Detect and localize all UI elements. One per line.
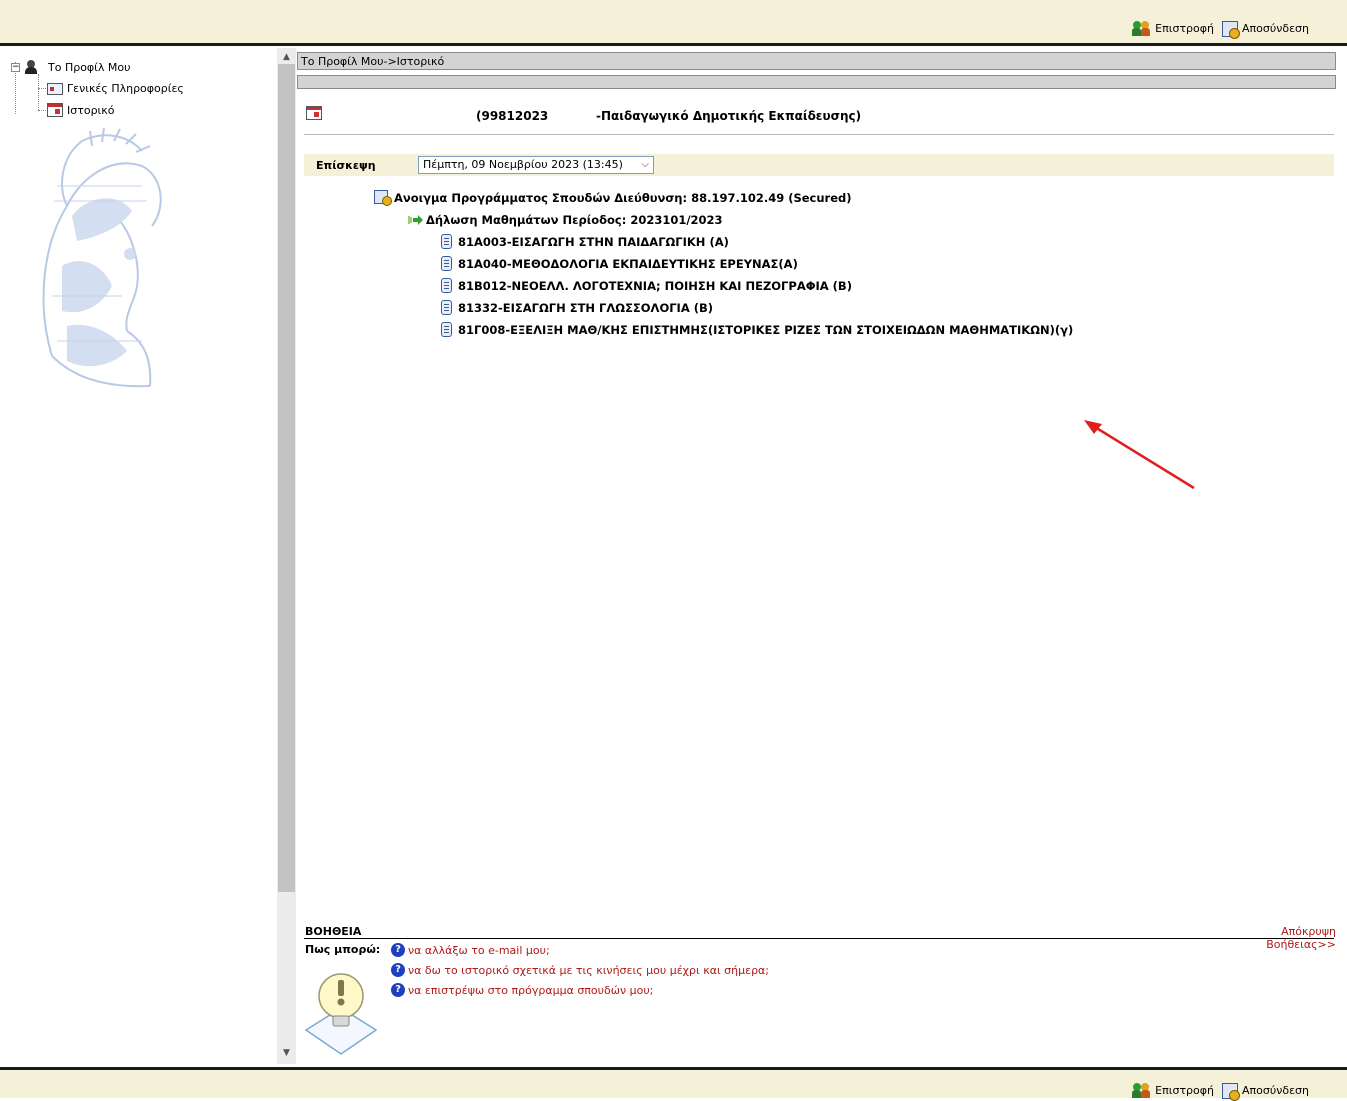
visit-row: Επίσκεψη Πέμπτη, 09 Νοεμβρίου 2023 (13:4…: [304, 154, 1334, 176]
logout-key-icon: [1222, 20, 1241, 39]
visit-label: Επίσκεψη: [316, 159, 376, 172]
open-program-key-icon: [374, 190, 392, 206]
course-text: 81Α003-ΕΙΣΑΓΩΓΗ ΣΤΗΝ ΠΑΙΔΑΓΩΓΙΚΗ (Α): [458, 235, 729, 249]
help-title: ΒΟΗΘΕΙΑ: [305, 925, 362, 938]
help-item-text: να αλλάξω το e-mail μου;: [408, 943, 550, 957]
subheader-bar: [297, 75, 1336, 89]
course-item: 81Α003-ΕΙΣΑΓΩΓΗ ΣΤΗΝ ΠΑΙΔΑΓΩΓΙΚΗ (Α): [438, 233, 729, 251]
document-scroll-icon: [438, 233, 456, 251]
history-open-program: Ανοιγμα Προγράμματος Σπουδών Διεύθυνση: …: [374, 190, 852, 206]
top-links: Επιστροφή Αποσύνδεση: [1132, 20, 1309, 39]
user-profile-icon: [24, 60, 38, 74]
course-item: 81Α040-ΜΕΘΟΔΟΛΟΓΙΑ ΕΚΠΑΙΔΕΥΤΙΚΗΣ ΕΡΕΥΝΑΣ…: [438, 255, 798, 273]
lightbulb-icon: [304, 973, 378, 1055]
logout-label: Αποσύνδεση: [1242, 1084, 1309, 1097]
visit-selected-value: Πέμπτη, 09 Νοεμβρίου 2023 (13:45): [423, 158, 623, 171]
course-text: 81332-ΕΙΣΑΓΩΓΗ ΣΤΗ ΓΛΩΣΣΟΛΟΓΙΑ (Β): [458, 301, 714, 315]
question-icon: ?: [391, 963, 405, 977]
back-label: Επιστροφή: [1155, 1084, 1215, 1097]
help-item-view-history[interactable]: ? να δω το ιστορικό σχετικά με τις κινήσ…: [391, 963, 769, 977]
collapse-icon[interactable]: −: [11, 62, 20, 72]
sidebar-scrollbar[interactable]: ▲ ▼: [277, 48, 296, 1064]
course-text: 81Α040-ΜΕΘΟΔΟΛΟΓΙΑ ΕΚΠΑΙΔΕΥΤΙΚΗΣ ΕΡΕΥΝΑΣ…: [458, 257, 798, 271]
bottom-links: Επιστροφή Αποσύνδεση: [1132, 1082, 1309, 1101]
id-card-icon: [47, 82, 63, 95]
sidebar-item-label: Ιστορικό: [67, 103, 115, 117]
people-icon: [1132, 20, 1151, 37]
logout-key-icon: [1222, 1082, 1241, 1101]
chevron-down-icon: ⌵: [641, 159, 649, 170]
help-divider: [304, 938, 1334, 939]
course-item: 81Γ008-ΕΞΕΛΙΞΗ ΜΑΘ/ΚΗΣ ΕΠΙΣΤΗΜΗΣ(ΙΣΤΟΡΙΚ…: [438, 321, 1073, 339]
course-item: 81Β012-ΝΕΟΕΛΛ. ΛΟΓΟΤΕΧΝΙΑ; ΠΟΙΗΣΗ ΚΑΙ ΠΕ…: [438, 277, 852, 295]
sidebar-item-label: Γενικές Πληροφορίες: [67, 82, 184, 95]
tree-root[interactable]: − Το Προφίλ Μου: [11, 60, 131, 74]
student-header: (99812023 -Παιδαγωγικό Δημοτικής Εκπαίδε…: [304, 104, 1334, 135]
help-how-label: Πως μπορώ:: [305, 943, 381, 956]
bottom-bar: Επιστροφή Αποσύνδεση: [0, 1067, 1347, 1101]
calendar-icon: [47, 103, 63, 117]
logout-label: Αποσύνδεση: [1242, 22, 1309, 35]
help-item-text: να δω το ιστορικό σχετικά με τις κινήσει…: [408, 963, 770, 977]
course-text: 81Γ008-ΕΞΕΛΙΞΗ ΜΑΘ/ΚΗΣ ΕΠΙΣΤΗΜΗΣ(ΙΣΤΟΡΙΚ…: [458, 323, 1074, 337]
help-item-text: να επιστρέψω στο πρόγραμμα σπουδών μου;: [408, 983, 654, 997]
sidebar: − Το Προφίλ Μου Γενικές Πληροφορίες Ιστο…: [0, 48, 276, 1064]
scrollbar-thumb[interactable]: [278, 64, 295, 892]
document-scroll-icon: [438, 277, 456, 295]
scroll-up-arrow[interactable]: ▲: [277, 50, 296, 64]
back-label: Επιστροφή: [1155, 22, 1215, 35]
course-text: 81Β012-ΝΕΟΕΛΛ. ΛΟΓΟΤΕΧΝΙΑ; ΠΟΙΗΣΗ ΚΑΙ ΠΕ…: [458, 279, 852, 293]
tree-line: [38, 74, 39, 110]
logout-link[interactable]: Αποσύνδεση: [1222, 20, 1309, 39]
back-link[interactable]: Επιστροφή: [1132, 20, 1214, 37]
back-link-bottom[interactable]: Επιστροφή: [1132, 1082, 1214, 1099]
sidebar-item-history[interactable]: Ιστορικό: [47, 103, 115, 117]
document-scroll-icon: [438, 321, 456, 339]
university-logo: [42, 127, 162, 388]
open-program-text: Ανοιγμα Προγράμματος Σπουδών Διεύθυνση: …: [394, 191, 852, 205]
tree-root-label: Το Προφίλ Μου: [48, 60, 131, 74]
declaration-text: Δήλωση Μαθημάτων Περίοδος: 2023101/2023: [426, 213, 723, 227]
green-arrow-icon: [408, 215, 423, 225]
scroll-down-arrow[interactable]: ▼: [277, 1046, 296, 1060]
question-icon: ?: [391, 943, 405, 957]
department-name: -Παιδαγωγικό Δημοτικής Εκπαίδευσης): [596, 109, 862, 123]
question-icon: ?: [391, 983, 405, 997]
document-scroll-icon: [438, 299, 456, 317]
annotation-arrow-icon: [1084, 420, 1195, 490]
main-content: Το Προφίλ Μου->Ιστορικό (99812023 -Παιδα…: [296, 48, 1347, 1064]
history-declaration: Δήλωση Μαθημάτων Περίοδος: 2023101/2023: [408, 213, 723, 227]
course-item: 81332-ΕΙΣΑΓΩΓΗ ΣΤΗ ΓΛΩΣΣΟΛΟΓΙΑ (Β): [438, 299, 713, 317]
people-icon: [1132, 1082, 1151, 1099]
sidebar-item-general-info[interactable]: Γενικές Πληροφορίες: [47, 82, 184, 95]
breadcrumb: Το Προφίλ Μου->Ιστορικό: [297, 52, 1336, 70]
student-code: (99812023: [476, 109, 549, 123]
calendar-icon: [306, 106, 322, 120]
visit-select[interactable]: Πέμπτη, 09 Νοεμβρίου 2023 (13:45) ⌵: [418, 156, 654, 174]
logout-link-bottom[interactable]: Αποσύνδεση: [1222, 1082, 1309, 1101]
help-item-return-program[interactable]: ? να επιστρέψω στο πρόγραμμα σπουδών μου…: [391, 983, 653, 997]
top-bar: Επιστροφή Αποσύνδεση: [0, 0, 1347, 46]
help-item-change-email[interactable]: ? να αλλάξω το e-mail μου;: [391, 943, 550, 957]
document-scroll-icon: [438, 255, 456, 273]
